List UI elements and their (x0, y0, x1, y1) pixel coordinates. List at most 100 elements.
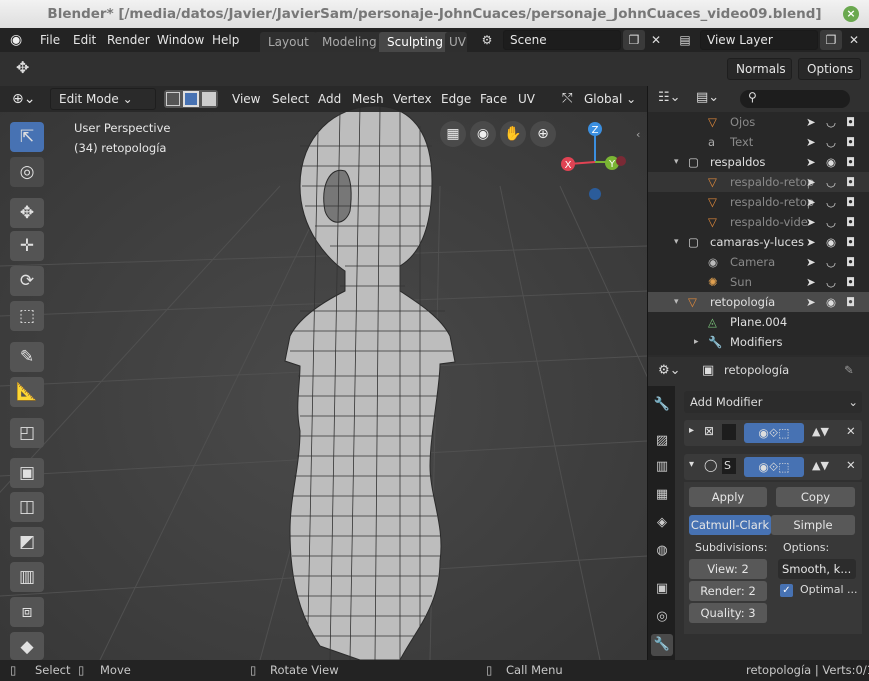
tool-tab-icon[interactable]: 🔧 (651, 394, 673, 416)
render-camera-icon[interactable]: ◘ (846, 152, 855, 172)
outliner-row[interactable]: ◬ Plane.004 (648, 312, 869, 332)
menu-uv[interactable]: UV (518, 86, 535, 112)
inset-tool[interactable]: ◫ (10, 492, 44, 522)
modifier-1-move-icon[interactable]: ▲▼ (812, 425, 829, 438)
extrude-tool[interactable]: ▣ (10, 458, 44, 488)
selectable-arrow-icon[interactable]: ➤ (806, 232, 816, 252)
uv-smooth-dropdown[interactable]: Smooth, k... (778, 559, 856, 579)
copy-button[interactable]: Copy (776, 487, 855, 507)
knife-tool[interactable]: ⧈ (10, 597, 44, 627)
annotate-tool[interactable]: ✎ (10, 342, 44, 372)
outliner-row[interactable]: 🔧 Modifiers ▸ (648, 332, 869, 352)
scale-tool[interactable]: ⟳ (10, 266, 44, 296)
expand-arrow-icon[interactable]: ▾ (674, 152, 679, 172)
modifier-2-collapse-icon[interactable]: ▾ (689, 459, 694, 470)
render-camera-icon[interactable]: ◘ (846, 212, 855, 232)
modifiers-tab-icon[interactable]: 🔧 (651, 634, 673, 656)
camera-view-icon[interactable]: ◉ (470, 121, 496, 147)
modifier-2-move-icon[interactable]: ▲▼ (812, 459, 829, 472)
view-layer-icon[interactable]: ▤ (672, 30, 698, 50)
outliner-row[interactable]: ▢ camaras-y-luces ➤ ◉ ◘ ▾ (648, 232, 869, 252)
visibility-eye-icon[interactable]: ◡ (826, 252, 836, 272)
outliner-row[interactable]: ▽ Ojos ➤ ◡ ◘ (648, 112, 869, 132)
menu-edit[interactable]: Edit (73, 28, 96, 52)
normals-dropdown[interactable]: Normals ⌄ (727, 58, 792, 96)
simple-button[interactable]: Simple (771, 515, 855, 535)
view-layer-copy-icon[interactable]: ❐ (820, 30, 842, 50)
outliner-row[interactable]: a Text ➤ ◡ ◘ (648, 132, 869, 152)
outliner-row[interactable]: ▽ retopología ➤ ◉ ◘ ▾ (648, 292, 869, 312)
axis-gizmo[interactable]: Z X Y (555, 118, 635, 203)
world-tab-icon[interactable]: ◍ (651, 540, 673, 562)
constraints-tab-icon[interactable]: ◎ (651, 606, 673, 628)
selectable-arrow-icon[interactable]: ➤ (806, 272, 816, 292)
selectable-arrow-icon[interactable]: ➤ (806, 132, 816, 152)
visibility-eye-icon[interactable]: ◉ (826, 152, 836, 172)
expand-arrow-icon[interactable]: ▸ (694, 332, 699, 352)
render-camera-icon[interactable]: ◘ (846, 292, 855, 312)
sidebar-toggle-icon[interactable]: ‹ (636, 128, 640, 141)
tab-uv[interactable]: UV (445, 32, 467, 52)
add-modifier-dropdown[interactable]: Add Modifier ⌄ (684, 391, 862, 413)
scene-copy-icon[interactable]: ❐ (623, 30, 645, 50)
tab-sculpting[interactable]: Sculpting (379, 32, 452, 52)
visibility-eye-icon[interactable]: ◡ (826, 132, 836, 152)
menu-vertex[interactable]: Vertex (393, 86, 432, 112)
editor-type-icon[interactable]: ⊕⌄ (12, 86, 35, 112)
object-tab-icon[interactable]: ▣ (651, 578, 673, 600)
view-levels-field[interactable]: View: 2 (689, 559, 767, 579)
modifier-2-name[interactable]: S (722, 458, 736, 474)
poly-build-tool[interactable]: ◆ (10, 632, 44, 660)
modifier-2-visibility-icons[interactable]: ◉⟐⬚ (744, 457, 804, 477)
visibility-eye-icon[interactable]: ◡ (826, 192, 836, 212)
window-close-button[interactable]: × (843, 6, 859, 22)
visibility-eye-icon[interactable]: ◉ (826, 232, 836, 252)
selectable-arrow-icon[interactable]: ➤ (806, 252, 816, 272)
grid-toggle-icon[interactable]: ▦ (440, 121, 466, 147)
apply-button[interactable]: Apply (689, 487, 767, 507)
move-tool-icon[interactable]: ✥ (16, 58, 29, 77)
modifier-1-name[interactable] (722, 424, 736, 440)
modifier-1-close-icon[interactable]: ✕ (846, 424, 856, 438)
selectable-arrow-icon[interactable]: ➤ (806, 152, 816, 172)
transform-orientation-icon[interactable]: ⤲ (562, 86, 572, 112)
rotate-tool[interactable]: ✛ (10, 231, 44, 261)
options-dropdown[interactable]: Options ⌄ (798, 58, 861, 96)
scene-close-icon[interactable]: ✕ (645, 30, 667, 50)
outliner-row[interactable]: ▽ respaldo-vide ➤ ◡ ◘ (648, 212, 869, 232)
menu-render[interactable]: Render (107, 28, 150, 52)
outliner-row[interactable]: ◉ Camera ➤ ◡ ◘ (648, 252, 869, 272)
output-tab-icon[interactable]: ▥ (651, 456, 673, 478)
scene-field[interactable]: Scene (503, 30, 621, 50)
expand-arrow-icon[interactable]: ▾ (674, 292, 679, 312)
menu-mesh[interactable]: Mesh (352, 86, 384, 112)
3d-viewport[interactable] (0, 86, 647, 660)
outliner-row[interactable]: ✺ Sun ➤ ◡ ◘ (648, 272, 869, 292)
face-select-icon[interactable] (202, 92, 216, 106)
render-camera-icon[interactable]: ◘ (846, 252, 855, 272)
modifier-1-expand-icon[interactable]: ▸ (689, 425, 694, 436)
visibility-eye-icon[interactable]: ◉ (826, 292, 836, 312)
selectable-arrow-icon[interactable]: ➤ (806, 292, 816, 312)
render-levels-field[interactable]: Render: 2 (689, 581, 767, 601)
menu-file[interactable]: File (40, 28, 60, 52)
render-camera-icon[interactable]: ◘ (846, 192, 855, 212)
view-layer-tab-icon[interactable]: ▦ (651, 484, 673, 506)
visibility-eye-icon[interactable]: ◡ (826, 272, 836, 292)
outliner-row[interactable]: ▽ respaldo-retop ➤ ◡ ◘ (648, 192, 869, 212)
visibility-eye-icon[interactable]: ◡ (826, 112, 836, 132)
scene-icon[interactable]: ⚙ (474, 30, 500, 50)
outliner-search-input[interactable]: ⚲ (740, 90, 850, 108)
selectable-arrow-icon[interactable]: ➤ (806, 192, 816, 212)
scene-tab-icon[interactable]: ◈ (651, 512, 673, 534)
selectable-arrow-icon[interactable]: ➤ (806, 172, 816, 192)
selectable-arrow-icon[interactable]: ➤ (806, 212, 816, 232)
optimal-display-checkbox[interactable]: ✓ (780, 584, 793, 597)
orientation-dropdown[interactable]: Global ⌄ (584, 86, 636, 112)
display-mode-icon[interactable]: ▤⌄ (696, 90, 719, 105)
modifier-2-close-icon[interactable]: ✕ (846, 458, 856, 472)
menu-view[interactable]: View (232, 86, 260, 112)
vertex-select-icon[interactable] (166, 92, 180, 106)
menu-face[interactable]: Face (480, 86, 507, 112)
measure-tool[interactable]: 📐 (10, 377, 44, 407)
